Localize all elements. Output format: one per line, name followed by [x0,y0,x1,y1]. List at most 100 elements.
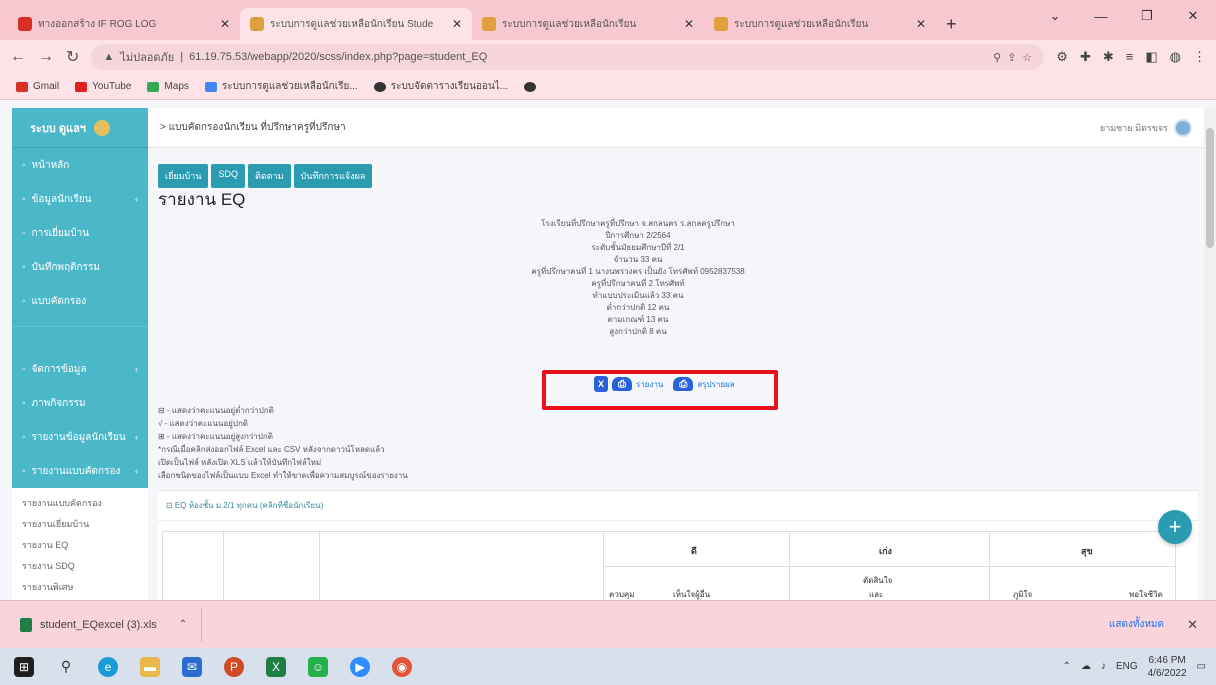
extension-icon[interactable]: ✚ [1080,49,1091,65]
back-icon[interactable]: ← [10,48,26,66]
tab-close-icon[interactable]: ✕ [452,17,462,31]
bookmark-site[interactable]: ระบบจัดตารางเรียนออนไ... [373,79,508,94]
chevron-left-icon: ‹ [135,364,138,374]
menu-bullet-icon: ◦ [22,261,26,273]
forward-icon[interactable]: → [38,48,54,66]
sidebar-item-screening[interactable]: ◦ แบบคัดกรอง [12,284,148,318]
new-tab-button[interactable]: + [936,8,967,40]
scrollbar-thumb[interactable] [1206,128,1214,248]
download-item[interactable]: student_EQexcel (3).xls ⌃ [20,607,203,642]
notification-icon[interactable]: ▭ [1197,661,1206,672]
share-icon[interactable]: ⇪ [1007,51,1016,64]
info-line: ครูที่ปรึกษาคนที่ 2 โทรศัพท์ [591,279,685,288]
search-icon[interactable]: ⚲ [56,657,76,677]
record-result-button[interactable]: บันทึกการแจ้งผล [293,164,373,188]
maps-icon [147,81,160,92]
language-indicator[interactable]: ENG [1116,661,1138,672]
table-subheader: พอใจชีวิต [1129,590,1163,599]
window-controls: ⌄ — ❐ ✕ [1032,0,1216,32]
edge-icon[interactable]: e [98,656,118,677]
extension-icon[interactable]: ⚙ [1056,49,1068,65]
bookmark-star-icon[interactable]: ☆ [1022,51,1032,64]
follow-button[interactable]: ติดตาม [248,164,291,188]
reading-list-icon[interactable]: ≡ [1126,49,1134,65]
line-icon[interactable]: ☺ [308,656,328,677]
submenu-item-eq[interactable]: รายงาน EQ [22,534,138,555]
windows-taskbar: ⊞ ⚲ e ▬ ✉ P X ☺ ▶ ◉ ⌃ ☁ ♪ ENG 6:46 PM 4/… [0,648,1216,685]
note-line: √ - แสดงว่าคะแนนอยู่ปกติ [158,419,248,428]
reload-icon[interactable]: ↻ [66,47,79,67]
chrome-icon[interactable]: ◉ [392,656,412,677]
powerpoint-icon[interactable]: P [224,656,244,677]
kebab-menu-icon[interactable]: ⋮ [1193,49,1206,65]
home-visit-button[interactable]: เยี่ยมบ้าน [158,164,209,188]
add-fab-button[interactable]: + [1158,510,1192,544]
chevron-up-icon[interactable]: ⌃ [1063,661,1071,672]
table-subheader: ตัดสินใจ [863,576,893,585]
bookmark-site[interactable]: ระบบการดูแลช่วยเหลือนักเรีย... [204,79,358,94]
card-title: ⊡ EQ ห้องชั้น ม.2/1 ทุกคน (คลิกที่ชื่อนั… [158,491,1198,521]
bookmark-maps[interactable]: Maps [147,81,189,92]
minimize-icon[interactable]: — [1078,0,1124,32]
page-scrollbar[interactable] [1204,108,1216,600]
close-shelf-icon[interactable]: ✕ [1187,617,1198,633]
mail-icon[interactable]: ✉ [182,656,202,677]
sidebar-item-behavior[interactable]: ◦ บันทึกพฤติกรรม [12,250,148,284]
network-icon[interactable]: ☁ [1081,661,1091,672]
bookmark-gmail[interactable]: Gmail [16,81,59,92]
chevron-up-icon[interactable]: ⌃ [179,619,187,630]
sidebar-item-student-reports[interactable]: ◦ รายงานข้อมูลนักเรียน ‹ [12,420,148,454]
sidebar-item-manage[interactable]: ◦ จัดการข้อมูล ‹ [12,352,148,386]
tab-close-icon[interactable]: ✕ [220,17,230,31]
file-explorer-icon[interactable]: ▬ [140,656,160,677]
bookmark-site[interactable] [524,81,537,92]
gmail-icon [16,81,28,92]
note-line: ⊟ - แสดงว่าคะแนนอยู่ต่ำกว่าปกติ [158,406,274,415]
browser-tab-3[interactable]: ระบบการดูแลช่วยเหลือนักเรียน ✕ [704,8,936,40]
windows-start-icon[interactable]: ⊞ [14,656,34,677]
submenu-item[interactable]: รายงานเยี่ยมบ้าน [22,513,138,534]
sidepanel-icon[interactable]: ◧ [1145,49,1157,65]
clock[interactable]: 6:46 PM 4/6/2022 [1148,654,1187,680]
sidebar-item-students[interactable]: ◦ ข้อมูลนักเรียน ‹ [12,182,148,216]
warning-icon[interactable]: ▲ [103,51,114,63]
tab-favicon [482,17,496,31]
address-bar[interactable]: ▲ ไม่ปลอดภัย | 61.19.75.53/webapp/2020/s… [91,44,1045,70]
show-all-link[interactable]: แสดงทั้งหมด [1109,617,1164,632]
puzzle-icon[interactable]: ✱ [1103,49,1114,65]
tab-close-icon[interactable]: ✕ [916,17,926,31]
profile-icon[interactable]: ◍ [1170,49,1181,65]
browser-tab-2[interactable]: ระบบการดูแลช่วยเหลือนักเรียน ✕ [472,8,704,40]
zoom-icon[interactable]: ▶ [350,656,370,677]
report-summary: โรงเรียนที่ปรึกษาครูที่ปรึกษา จ.สกลนคร ร… [488,218,788,338]
browser-tab-1[interactable]: ระบบการดูแลช่วยเหลือนักเรียน Stude ✕ [240,8,472,40]
chevron-down-icon[interactable]: ⌄ [1032,0,1078,32]
close-window-icon[interactable]: ✕ [1170,0,1216,32]
sidebar-item-home[interactable]: ◦ หน้าหลัก [12,148,148,182]
browser-tab-0[interactable]: ทางออกสร้าง IF ROG LOG ✕ [8,8,240,40]
info-line: ต่ำกว่าปกติ 12 คน [606,303,670,312]
bookmark-youtube[interactable]: YouTube [75,81,131,92]
sidebar-item-home-visit[interactable]: ◦ การเยี่ยมบ้าน [12,216,148,250]
menu-bullet-icon: ◦ [22,193,26,205]
menu-bullet-icon: ◦ [22,431,26,443]
brand[interactable]: ระบบ ดูแลฯ [12,108,148,148]
volume-icon[interactable]: ♪ [1101,661,1106,672]
submenu-item[interactable]: รายงานแบบคัดกรอง [22,492,138,513]
sidebar-item-screening-reports[interactable]: ◦ รายงานแบบคัดกรอง ‹ [12,454,148,488]
excel-icon[interactable]: X [266,656,286,677]
globe-icon [524,81,537,92]
tab-close-icon[interactable]: ✕ [684,17,694,31]
sidebar-item-gallery[interactable]: ◦ ภาพกิจกรรม [12,386,148,420]
submenu-item[interactable]: รายงานพิเศษ [22,576,138,597]
sdq-button[interactable]: SDQ [211,164,245,188]
note-line: ⊞ - แสดงว่าคะแนนอยู่สูงกว่าปกติ [158,432,273,441]
user-menu[interactable]: ยามชาย มิตรขจร [1100,118,1192,137]
table-header: ดี [691,546,697,556]
chevron-left-icon: ‹ [135,466,138,476]
info-line: ตามเกณฑ์ 13 คน [607,315,669,324]
submenu-item-sdq[interactable]: รายงาน SDQ [22,555,138,576]
zoom-icon[interactable]: ⚲ [993,51,1001,64]
maximize-icon[interactable]: ❐ [1124,0,1170,32]
web-page: ระบบ ดูแลฯ ◦ หน้าหลัก ◦ ข้อมูลนักเรียน ‹ ◦ ก… [0,100,1216,600]
